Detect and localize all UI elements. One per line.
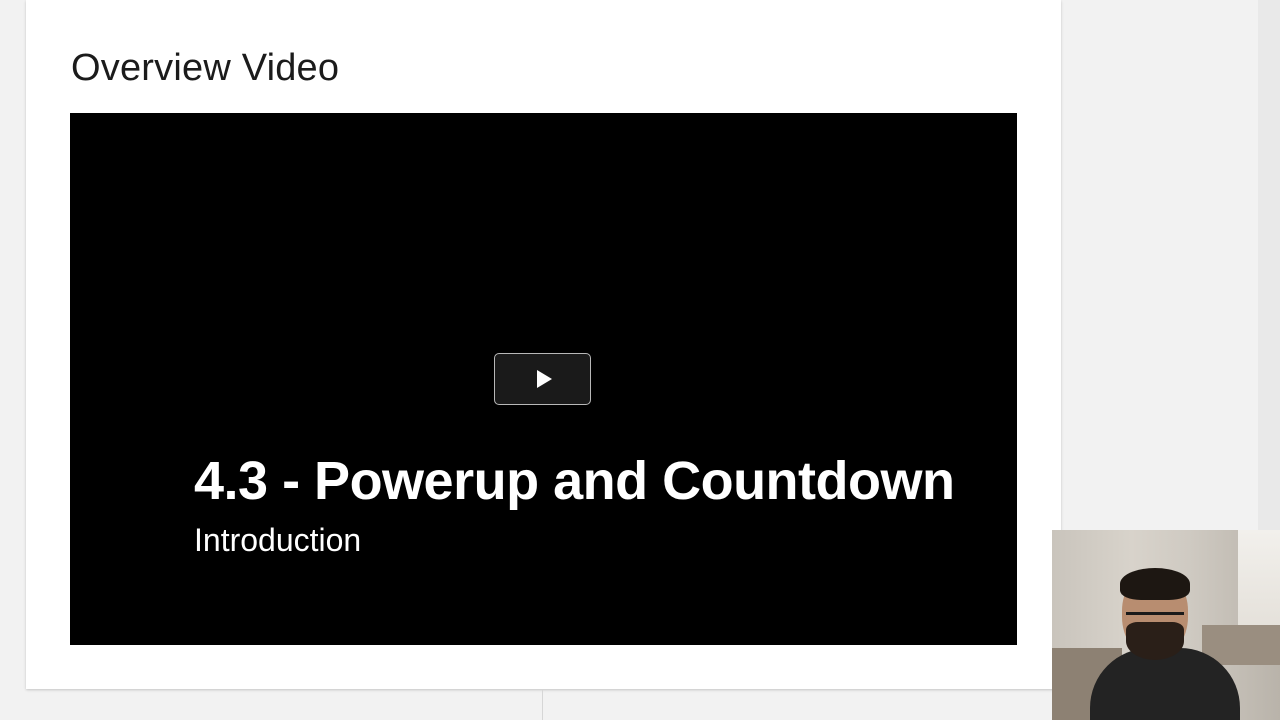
video-subtitle: Introduction: [194, 522, 362, 558]
video-player[interactable]: 4.3 - Powerup and Countdown Introduction: [70, 113, 1017, 645]
play-icon: [537, 370, 552, 388]
video-title: 4.3 - Powerup and Countdown: [194, 451, 955, 511]
webcam-person-hair: [1120, 568, 1190, 600]
webcam-window: [1238, 530, 1280, 640]
webcam-overlay: [1052, 530, 1280, 720]
webcam-person-beard: [1126, 622, 1184, 660]
webcam-person-glasses: [1126, 612, 1184, 622]
section-title: Overview Video: [71, 47, 340, 89]
divider: [542, 690, 543, 720]
side-panel-edge: [1258, 0, 1280, 530]
play-button[interactable]: [494, 353, 591, 405]
page: Overview Video 4.3 - Powerup and Countdo…: [0, 0, 1280, 720]
content-card: Overview Video 4.3 - Powerup and Countdo…: [26, 0, 1061, 689]
